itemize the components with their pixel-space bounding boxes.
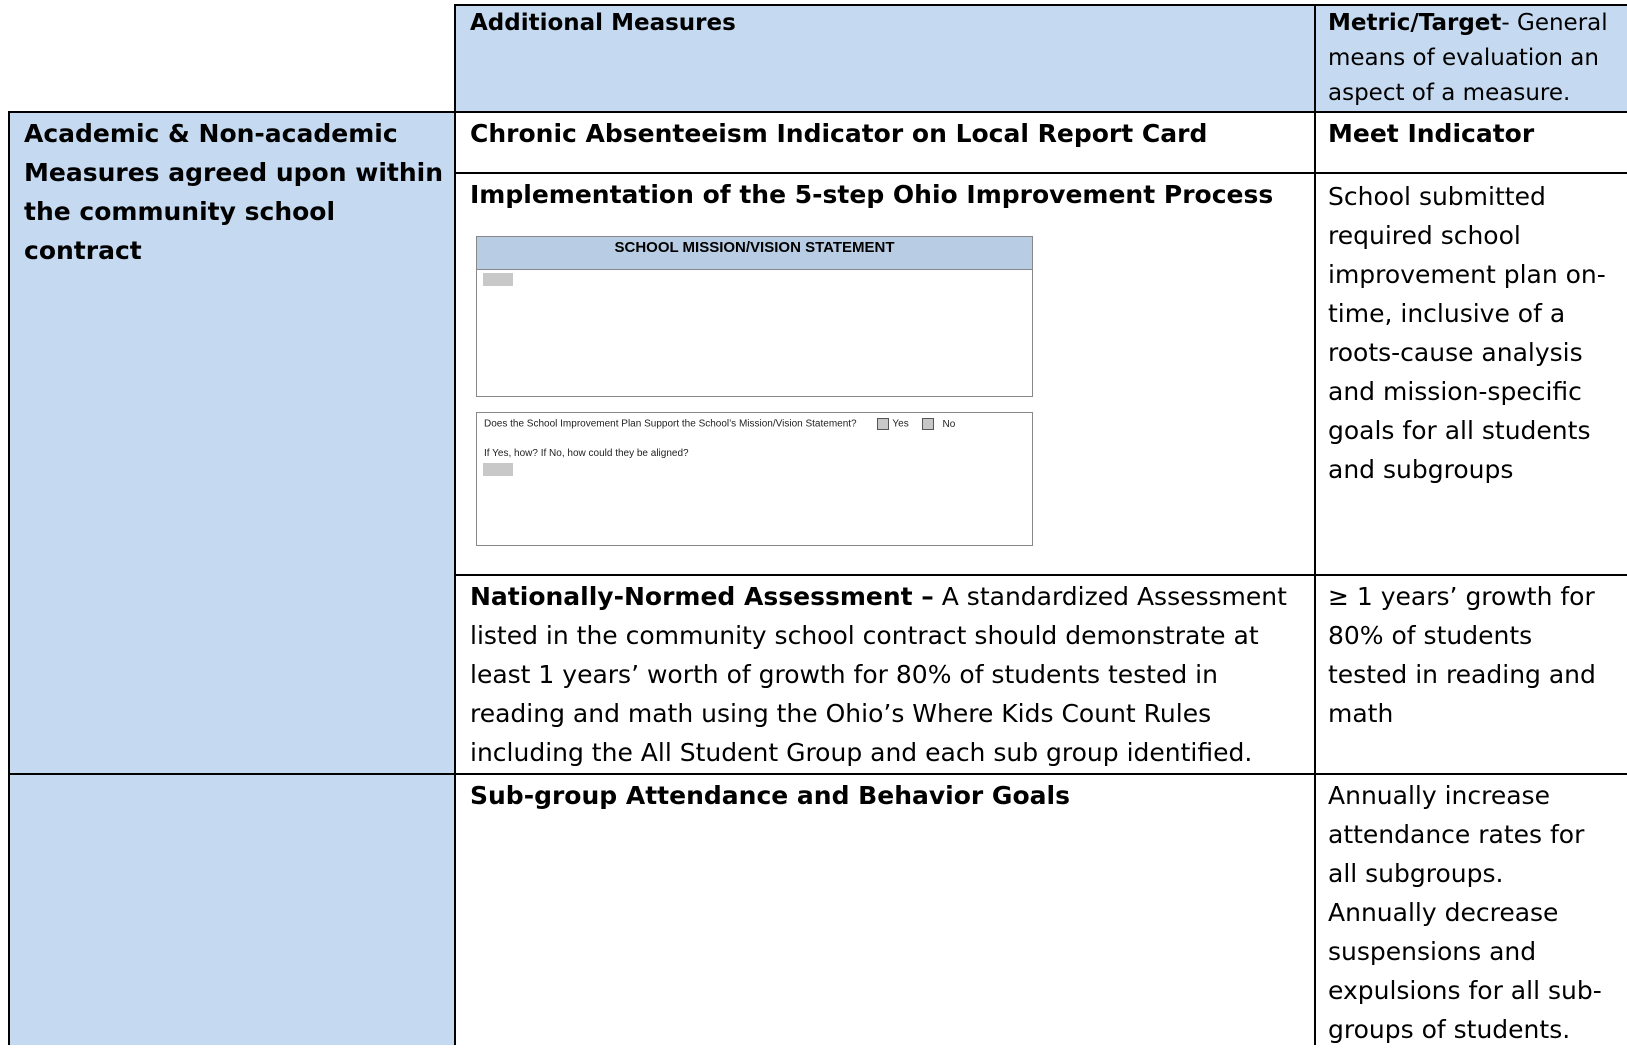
metric-target-title: Metric/Target: [1328, 10, 1502, 36]
rule: [8, 773, 1627, 775]
form-text-field: [483, 273, 513, 286]
yes-checkbox: [877, 418, 890, 430]
followup-question: If Yes, how? If No, how could they be al…: [484, 448, 689, 459]
rule: [1314, 4, 1316, 1045]
measure-nationally-normed-title: Nationally-Normed Assessment –: [470, 582, 934, 611]
measure-chronic-absenteeism: Chronic Absenteeism Indicator on Local R…: [470, 119, 1208, 148]
no-label: No: [942, 418, 956, 430]
section2-label-cell: [8, 774, 455, 1045]
additional-measures-heading: Additional Measures: [470, 10, 736, 36]
rule: [455, 172, 1627, 174]
alignment-question-row: Does the School Improvement Plan Support…: [484, 418, 955, 430]
mission-vision-form-image: SCHOOL MISSION/VISION STATEMENT: [476, 236, 1033, 397]
metric-target-heading: Metric/Target- General means of evaluati…: [1328, 6, 1627, 111]
no-checkbox: [921, 418, 934, 430]
form-text-field: [483, 463, 513, 476]
measure-nationally-normed: Nationally-Normed Assessment – A standar…: [470, 577, 1310, 772]
measure-ohio-improvement-process: Implementation of the 5-step Ohio Improv…: [470, 180, 1274, 209]
alignment-question-form-image: Does the School Improvement Plan Support…: [476, 412, 1033, 546]
metric-attendance-behavior: Annually increase attendance rates for a…: [1328, 781, 1602, 1044]
measure-subgroup-goals: Sub-group Attendance and Behavior Goals: [470, 781, 1070, 810]
alignment-question: Does the School Improvement Plan Support…: [484, 418, 857, 430]
yes-label: Yes: [892, 418, 909, 430]
metric-growth-target: ≥ 1 years’ growth for 80% of students te…: [1328, 582, 1596, 728]
rule: [8, 111, 10, 1045]
rule: [8, 111, 1627, 113]
metric-meet-indicator: Meet Indicator: [1328, 119, 1535, 148]
rule: [455, 574, 1627, 576]
section1-label: Academic & Non-academic Measures agreed …: [24, 119, 444, 265]
rule: [454, 4, 456, 1045]
metric-improvement-plan: School submitted required school improve…: [1328, 182, 1606, 484]
mission-vision-title: SCHOOL MISSION/VISION STATEMENT: [477, 237, 1032, 270]
